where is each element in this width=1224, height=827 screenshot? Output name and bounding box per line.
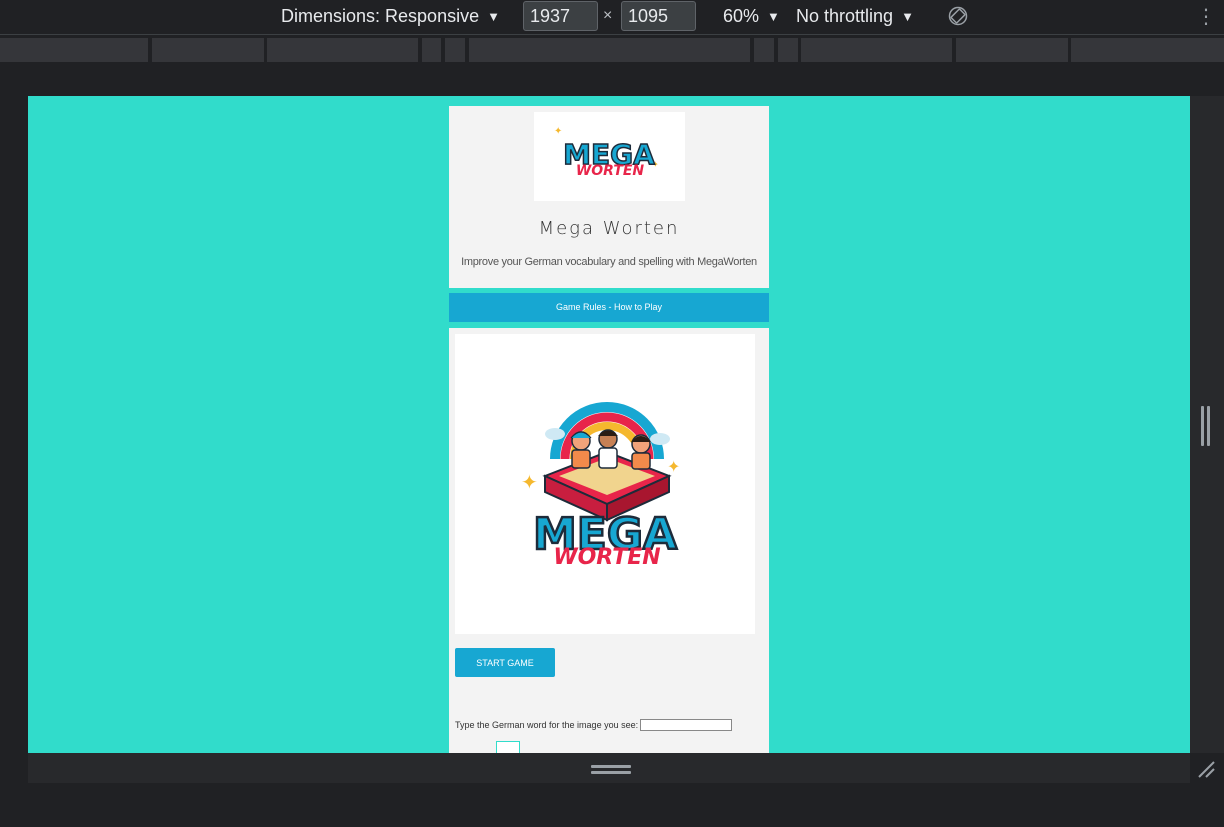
more-options-icon[interactable]: ⋮ <box>1196 0 1216 32</box>
media-query-segment[interactable] <box>801 38 952 62</box>
media-query-segment[interactable] <box>152 38 264 62</box>
media-query-segment[interactable] <box>422 38 441 62</box>
height-input[interactable]: 1095 <box>621 1 696 31</box>
answer-row: Type the German word for the image you s… <box>455 719 733 731</box>
media-query-segment[interactable] <box>267 38 418 62</box>
zoom-dropdown[interactable]: 60% ▼ <box>723 0 780 32</box>
right-resize-grip-icon[interactable] <box>1201 406 1211 446</box>
media-query-segment[interactable] <box>1071 38 1224 62</box>
corner-resize-graphic <box>1198 761 1215 778</box>
dimensions-label: Dimensions: Responsive <box>281 5 480 26</box>
chevron-down-icon: ▼ <box>767 8 780 24</box>
devtools-toolbar: Dimensions: Responsive ▼ 1937 × 1095 60%… <box>0 0 1224 35</box>
site-header: ✦ ✦ MEGA WORTEN Mega Worten Improve your… <box>449 106 769 288</box>
chevron-down-icon: ▼ <box>901 8 914 24</box>
media-query-segment[interactable] <box>754 38 774 62</box>
hero-text-bottom: WORTEN <box>553 545 660 570</box>
svg-text:✦: ✦ <box>554 126 562 137</box>
svg-text:✦: ✦ <box>667 457 680 476</box>
game-area: ✦ ✦ MEGA WORTEN START GAME Type the Germ… <box>449 328 769 753</box>
word-image <box>496 741 520 753</box>
media-query-segment[interactable] <box>0 38 148 62</box>
bottom-resize-grip-icon[interactable] <box>591 765 631 775</box>
chevron-down-icon: ▼ <box>487 8 500 24</box>
width-input[interactable]: 1937 <box>523 1 598 31</box>
times-icon: × <box>603 7 613 24</box>
dimensions-dropdown[interactable]: Dimensions: Responsive ▼ <box>281 0 500 32</box>
device-viewport: ✦ ✦ MEGA WORTEN Mega Worten Improve your… <box>28 96 1190 753</box>
rotate-icon[interactable] <box>948 0 968 32</box>
site-logo[interactable]: ✦ ✦ MEGA WORTEN <box>534 112 685 201</box>
tagline: Improve your German vocabulary and spell… <box>461 256 757 268</box>
answer-prompt: Type the German word for the image you s… <box>455 720 639 730</box>
hero-illustration: ✦ ✦ MEGA WORTEN <box>521 402 680 570</box>
rotate-icon-graphic <box>948 6 968 26</box>
svg-text:✦: ✦ <box>521 470 538 494</box>
throttling-dropdown[interactable]: No throttling ▼ <box>796 0 914 32</box>
hero-image: ✦ ✦ MEGA WORTEN <box>455 334 755 634</box>
throttling-label: No throttling <box>796 5 894 26</box>
media-query-segment[interactable] <box>445 38 465 62</box>
logo-graphic: ✦ ✦ MEGA WORTEN <box>554 126 659 179</box>
zoom-label: 60% <box>723 5 760 26</box>
logo-text-bottom: WORTEN <box>576 163 645 179</box>
media-query-bar <box>0 38 1224 62</box>
media-query-segment[interactable] <box>956 38 1068 62</box>
game-rules-button[interactable]: Game Rules - How to Play <box>449 293 769 322</box>
start-game-button[interactable]: START GAME <box>455 648 555 677</box>
page-title: Mega Worten <box>538 218 680 239</box>
media-query-segment[interactable] <box>469 38 750 62</box>
answer-input[interactable] <box>640 719 733 731</box>
corner-resize-icon[interactable] <box>1196 759 1216 779</box>
media-query-segment[interactable] <box>778 38 798 62</box>
